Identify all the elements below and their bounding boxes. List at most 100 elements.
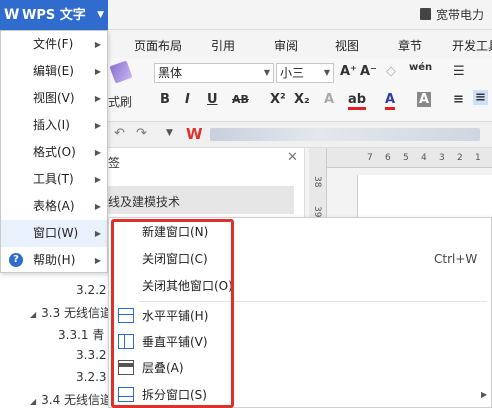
menu-item-label: 关闭其他窗口(O) <box>142 279 233 293</box>
menu-item-label: 拆分窗口(S) <box>142 388 207 402</box>
navigation-header: 签 <box>108 156 121 170</box>
redo-icon[interactable]: ↷ <box>136 126 147 141</box>
chevron-down-icon: ▼ <box>263 68 270 77</box>
cloud-document-tab[interactable]: 宽带电力 <box>420 6 484 23</box>
menu-item-cascade[interactable]: 层叠(A) <box>109 355 491 381</box>
menu-item-label: 垂直平铺(V) <box>142 335 208 349</box>
highlight-icon[interactable]: ab <box>348 92 367 110</box>
menu-item-new-window[interactable]: 新建窗口(N) <box>109 219 491 245</box>
submenu-arrow-icon: ▶ <box>94 148 101 157</box>
align-left-icon[interactable]: ≡ <box>453 92 464 107</box>
ruler-tick: 38 <box>312 176 322 188</box>
horizontal-ruler: 7 6 5 4 3 2 1 <box>327 148 492 168</box>
submenu-arrow-icon: ▶ <box>94 256 101 265</box>
submenu-arrow-icon: ▶ <box>94 175 101 184</box>
nav-item-label: 3.4 无线信道 <box>41 393 113 407</box>
submenu-arrow-icon: ▶ <box>94 202 101 211</box>
menu-item-edit[interactable]: 编辑(E) ▶ <box>1 58 107 85</box>
subscript-icon[interactable]: X₂ <box>294 92 310 107</box>
bold-icon[interactable]: B <box>160 92 170 107</box>
nav-item[interactable]: 3.3.1 青 <box>58 326 104 343</box>
grow-font-icon[interactable]: A⁺ <box>340 64 357 79</box>
menu-item-split-window[interactable]: 拆分窗口(S) ▶ <box>109 382 491 408</box>
tab-chapter[interactable]: 章节 <box>398 37 422 54</box>
menu-item-help[interactable]: ? 帮助(H) ▶ <box>1 247 107 274</box>
font-size-select[interactable]: 小三 ▼ <box>276 63 334 83</box>
menu-item-format[interactable]: 格式(O) ▶ <box>1 139 107 166</box>
document-tab-title[interactable] <box>210 128 480 141</box>
tab-view[interactable]: 视图 <box>335 37 359 54</box>
submenu-arrow-icon: ▶ <box>94 121 101 130</box>
font-name-select[interactable]: 黑体 ▼ <box>154 63 274 83</box>
close-icon[interactable]: ✕ <box>287 150 298 165</box>
ruler-tick: 2 <box>457 153 463 163</box>
bullet-list-icon[interactable]: ☰ <box>453 64 465 79</box>
nav-item[interactable]: 3.2.2 <box>76 283 107 297</box>
collapse-triangle-icon[interactable]: ◢ <box>30 310 36 319</box>
submenu-arrow-icon: ▶ <box>94 40 101 49</box>
menu-item-label: 工具(T) <box>33 172 74 186</box>
nav-item[interactable]: 线及建模技术 <box>108 193 180 210</box>
tile-vertical-icon <box>118 334 134 349</box>
font-size-value: 小三 <box>280 66 305 80</box>
font-name-value: 黑体 <box>158 66 183 80</box>
strikethrough-icon[interactable]: AB <box>232 93 249 106</box>
cloud-label: 宽带电力 <box>436 8 485 22</box>
chevron-down-icon: ▼ <box>323 68 330 77</box>
font-color-icon[interactable]: A <box>385 92 396 110</box>
menu-item-tile-vertical[interactable]: 垂直平铺(V) <box>109 329 491 355</box>
menu-item-label: 新建窗口(N) <box>142 225 209 239</box>
phonetic-icon[interactable]: wén <box>409 62 432 73</box>
ruler-tick: 39 <box>312 206 322 218</box>
menu-item-window[interactable]: 窗口(W) ▶ <box>1 220 107 247</box>
ruler-tick: 6 <box>385 153 391 163</box>
submenu-arrow-icon: ▶ <box>94 67 101 76</box>
superscript-icon[interactable]: X² <box>270 92 286 107</box>
tab-references[interactable]: 引用 <box>211 37 235 54</box>
menu-item-insert[interactable]: 插入(I) ▶ <box>1 112 107 139</box>
app-name: WPS 文字 <box>22 8 86 23</box>
chevron-down-icon: ▼ <box>97 10 104 20</box>
tab-page-layout[interactable]: 页面布局 <box>134 37 182 54</box>
menu-item-close-other-windows[interactable]: 关闭其他窗口(O) <box>109 273 491 299</box>
submenu-arrow-icon: ▶ <box>94 229 101 238</box>
wps-logo-icon: W <box>4 7 20 23</box>
wps-app-menu-button[interactable]: W WPS 文字 ▼ <box>0 0 108 30</box>
window-submenu: 新建窗口(N) 关闭窗口(C) Ctrl+W 关闭其他窗口(O) 水平平铺(H) … <box>108 217 492 408</box>
menu-item-view[interactable]: 视图(V) ▶ <box>1 85 107 112</box>
menu-item-file[interactable]: 文件(F) ▶ <box>1 31 107 58</box>
collapse-triangle-icon[interactable]: ◢ <box>30 397 36 406</box>
ruler-tick: 7 <box>367 153 373 163</box>
menu-item-close-window[interactable]: 关闭窗口(C) Ctrl+W <box>109 246 491 272</box>
submenu-arrow-icon: ▶ <box>94 94 101 103</box>
text-effect-icon[interactable]: A <box>324 92 334 107</box>
underline-icon[interactable]: U <box>207 92 218 107</box>
menu-item-label: 水平平铺(H) <box>142 309 209 323</box>
menu-item-tile-horizontal[interactable]: 水平平铺(H) <box>109 303 491 329</box>
format-painter-label[interactable]: 式刷 <box>108 93 132 110</box>
format-painter-icon[interactable] <box>109 60 133 84</box>
cascade-icon <box>118 360 134 375</box>
align-center-icon[interactable]: ≡ <box>473 90 488 105</box>
italic-icon[interactable]: I <box>185 92 190 107</box>
tab-developer[interactable]: 开发工具 <box>452 37 492 54</box>
tab-review[interactable]: 审阅 <box>274 37 298 54</box>
nav-item[interactable]: 3.3.2 <box>76 348 107 362</box>
menu-item-table[interactable]: 表格(A) ▶ <box>1 193 107 220</box>
help-icon: ? <box>9 253 23 267</box>
menu-item-label: 视图(V) <box>33 91 75 105</box>
nav-item[interactable]: ◢ 3.3 无线信道 <box>30 304 112 321</box>
menu-separator <box>139 301 487 302</box>
nav-item[interactable]: 3.2.3 <box>76 370 107 384</box>
clear-format-icon[interactable]: ◇ <box>386 64 396 79</box>
shrink-font-icon[interactable]: A⁻ <box>360 64 377 79</box>
menu-item-label: 文件(F) <box>33 37 74 51</box>
undo-icon[interactable]: ↶ <box>114 126 125 141</box>
char-shading-icon[interactable]: A <box>417 92 432 107</box>
ruler-tick: 3 <box>439 153 445 163</box>
ruler-tick: 4 <box>421 153 427 163</box>
menu-item-tools[interactable]: 工具(T) ▶ <box>1 166 107 193</box>
nav-item[interactable]: ◢ 3.4 无线信道 <box>30 391 112 408</box>
menu-item-label: 编辑(E) <box>33 64 74 78</box>
chevron-down-icon[interactable]: ▼ <box>166 128 173 138</box>
